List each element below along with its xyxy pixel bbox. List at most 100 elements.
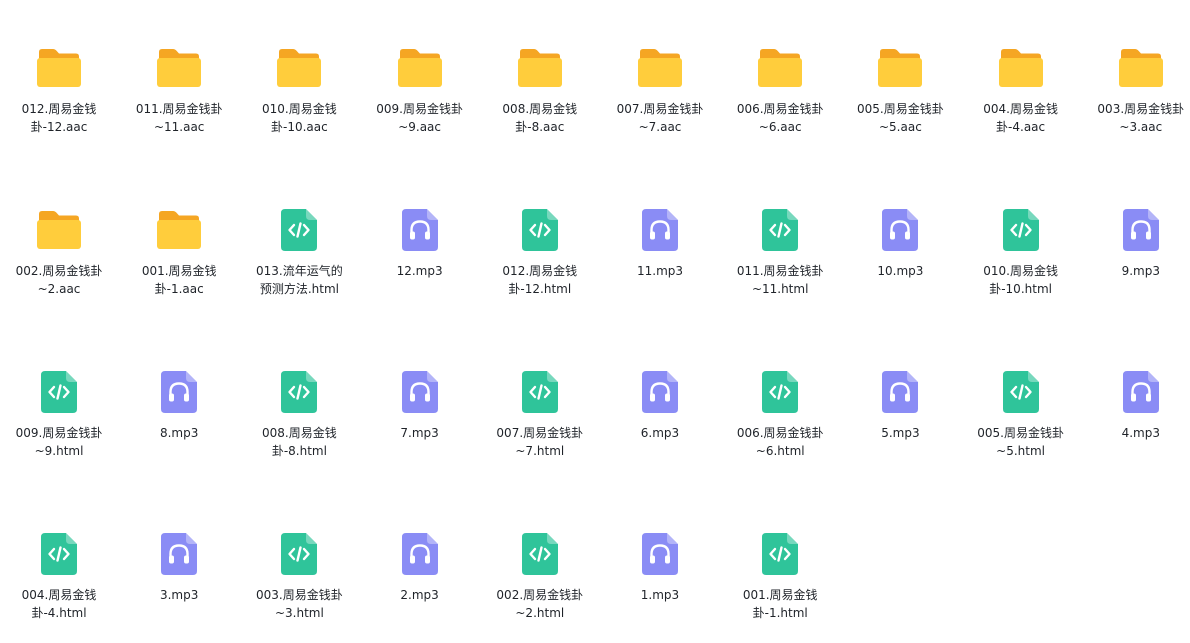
audio-file-icon xyxy=(634,204,686,256)
audio-file-icon xyxy=(153,366,205,418)
folder-item[interactable]: 002.周易金钱卦 ~2.aac xyxy=(5,204,113,324)
file-name: 007.周易金钱卦 ~7.html xyxy=(496,426,584,458)
file-name: 11.mp3 xyxy=(636,264,684,278)
folder-item[interactable]: 006.周易金钱卦 ~6.aac xyxy=(726,42,834,162)
file-name: 004.周易金钱 卦-4.aac xyxy=(983,102,1058,134)
file-name: 3.mp3 xyxy=(159,588,199,602)
audio-file-icon xyxy=(394,366,446,418)
html-file-icon xyxy=(995,366,1047,418)
file-item[interactable]: 001.周易金钱 卦-1.html xyxy=(726,528,834,643)
folder-item[interactable]: 011.周易金钱卦 ~11.aac xyxy=(125,42,233,162)
file-item[interactable]: 009.周易金钱卦 ~9.html xyxy=(5,366,113,486)
file-item[interactable]: 12.mp3 xyxy=(366,204,474,324)
file-item[interactable]: 4.mp3 xyxy=(1087,366,1190,486)
folder-icon xyxy=(33,204,85,256)
html-file-icon xyxy=(273,366,325,418)
file-item[interactable]: 004.周易金钱 卦-4.html xyxy=(5,528,113,643)
file-name: 001.周易金钱 卦-1.html xyxy=(742,588,818,620)
folder-icon xyxy=(514,42,566,94)
file-item[interactable]: 013.流年运气的 预测方法.html xyxy=(245,204,353,324)
file-item[interactable]: 11.mp3 xyxy=(606,204,714,324)
folder-icon xyxy=(153,204,205,256)
audio-file-icon xyxy=(394,204,446,256)
file-name: 002.周易金钱卦 ~2.html xyxy=(496,588,584,620)
file-item[interactable]: 1.mp3 xyxy=(606,528,714,643)
folder-item[interactable]: 008.周易金钱 卦-8.aac xyxy=(486,42,594,162)
html-file-icon xyxy=(995,204,1047,256)
audio-file-icon xyxy=(634,528,686,580)
file-item[interactable]: 012.周易金钱 卦-12.html xyxy=(486,204,594,324)
folder-item[interactable]: 007.周易金钱卦 ~7.aac xyxy=(606,42,714,162)
file-name: 008.周易金钱 卦-8.html xyxy=(262,426,337,458)
file-name: 010.周易金钱 卦-10.aac xyxy=(262,102,337,134)
file-name: 9.mp3 xyxy=(1121,264,1160,278)
audio-file-icon xyxy=(153,528,205,580)
html-file-icon xyxy=(273,528,325,580)
audio-file-icon xyxy=(1115,204,1167,256)
html-file-icon xyxy=(514,528,566,580)
file-name: 012.周易金钱 卦-12.aac xyxy=(21,102,97,134)
file-name: 7.mp3 xyxy=(400,426,439,440)
file-name: 4.mp3 xyxy=(1121,426,1160,440)
folder-icon xyxy=(634,42,686,94)
folder-item[interactable]: 001.周易金钱 卦-1.aac xyxy=(125,204,233,324)
audio-file-icon xyxy=(1115,366,1167,418)
folder-icon xyxy=(1115,42,1167,94)
html-file-icon xyxy=(514,366,566,418)
folder-item[interactable]: 010.周易金钱 卦-10.aac xyxy=(245,42,353,162)
file-item[interactable]: 7.mp3 xyxy=(366,366,474,486)
file-name: 013.流年运气的 预测方法.html xyxy=(256,264,343,296)
folder-icon xyxy=(273,42,325,94)
html-file-icon xyxy=(514,204,566,256)
file-name: 003.周易金钱卦 ~3.html xyxy=(256,588,343,620)
file-item[interactable]: 9.mp3 xyxy=(1087,204,1190,324)
file-item[interactable]: 8.mp3 xyxy=(125,366,233,486)
file-item[interactable]: 005.周易金钱卦 ~5.html xyxy=(967,366,1075,486)
file-item[interactable]: 10.mp3 xyxy=(846,204,954,324)
file-name: 2.mp3 xyxy=(400,588,439,602)
html-file-icon xyxy=(33,366,85,418)
file-name: 004.周易金钱 卦-4.html xyxy=(21,588,97,620)
file-name: 10.mp3 xyxy=(877,264,924,278)
folder-icon xyxy=(995,42,1047,94)
folder-icon xyxy=(874,42,926,94)
folder-item[interactable]: 012.周易金钱 卦-12.aac xyxy=(5,42,113,162)
folder-item[interactable]: 003.周易金钱卦 ~3.aac xyxy=(1087,42,1190,162)
file-item[interactable]: 006.周易金钱卦 ~6.html xyxy=(726,366,834,486)
file-grid: 012.周易金钱 卦-12.aac 011.周易金钱卦 ~11.aac 010.… xyxy=(0,0,1190,643)
file-item[interactable]: 002.周易金钱卦 ~2.html xyxy=(486,528,594,643)
file-name: 005.周易金钱卦 ~5.html xyxy=(977,426,1064,458)
file-name: 003.周易金钱卦 ~3.aac xyxy=(1097,102,1185,134)
html-file-icon xyxy=(754,528,806,580)
file-item[interactable]: 5.mp3 xyxy=(846,366,954,486)
file-item[interactable]: 3.mp3 xyxy=(125,528,233,643)
file-name: 001.周易金钱 卦-1.aac xyxy=(141,264,217,296)
file-item[interactable]: 007.周易金钱卦 ~7.html xyxy=(486,366,594,486)
file-item[interactable]: 6.mp3 xyxy=(606,366,714,486)
folder-item[interactable]: 004.周易金钱 卦-4.aac xyxy=(967,42,1075,162)
folder-icon xyxy=(394,42,446,94)
file-name: 012.周易金钱 卦-12.html xyxy=(502,264,578,296)
file-name: 005.周易金钱卦 ~5.aac xyxy=(857,102,944,134)
folder-item[interactable]: 009.周易金钱卦 ~9.aac xyxy=(366,42,474,162)
folder-item[interactable]: 005.周易金钱卦 ~5.aac xyxy=(846,42,954,162)
file-name: 011.周易金钱卦 ~11.html xyxy=(736,264,824,296)
file-item[interactable]: 010.周易金钱 卦-10.html xyxy=(967,204,1075,324)
file-name: 12.mp3 xyxy=(396,264,443,278)
file-name: 007.周易金钱卦 ~7.aac xyxy=(616,102,704,134)
audio-file-icon xyxy=(874,204,926,256)
file-name: 006.周易金钱卦 ~6.html xyxy=(736,426,824,458)
file-name: 010.周易金钱 卦-10.html xyxy=(983,264,1058,296)
folder-icon xyxy=(33,42,85,94)
audio-file-icon xyxy=(394,528,446,580)
file-name: 011.周易金钱卦 ~11.aac xyxy=(135,102,223,134)
html-file-icon xyxy=(273,204,325,256)
file-item[interactable]: 011.周易金钱卦 ~11.html xyxy=(726,204,834,324)
file-name: 002.周易金钱卦 ~2.aac xyxy=(15,264,103,296)
file-name: 5.mp3 xyxy=(881,426,920,440)
file-name: 006.周易金钱卦 ~6.aac xyxy=(736,102,824,134)
file-item[interactable]: 003.周易金钱卦 ~3.html xyxy=(245,528,353,643)
file-name: 009.周易金钱卦 ~9.aac xyxy=(376,102,463,134)
file-item[interactable]: 2.mp3 xyxy=(366,528,474,643)
file-item[interactable]: 008.周易金钱 卦-8.html xyxy=(245,366,353,486)
